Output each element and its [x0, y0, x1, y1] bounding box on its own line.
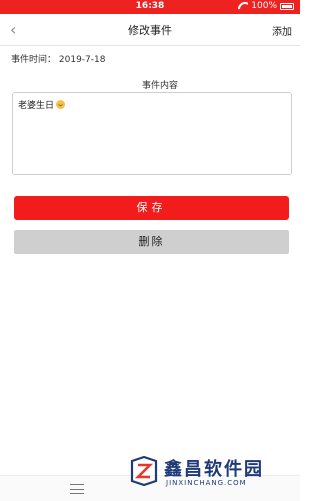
menu-icon[interactable]: [70, 484, 84, 494]
watermark-subtitle: JINXINCHANG.COM: [166, 479, 247, 487]
watermark: 鑫昌软件园 JINXINCHANG.COM: [128, 451, 298, 495]
event-content-textarea[interactable]: 老婆生日: [12, 92, 292, 175]
smiley-emoji-icon: [56, 100, 66, 109]
event-time-row: 事件时间： 2019-7-18: [11, 52, 105, 65]
event-content-label: 事件内容: [141, 81, 178, 91]
page-title: 修改事件: [128, 24, 172, 37]
event-time-label: 事件时间：: [11, 55, 57, 65]
save-button[interactable]: 保存: [14, 196, 289, 220]
nav-bar: ‹ 修改事件 添加: [0, 14, 300, 46]
event-content-text: 老婆生日: [18, 101, 55, 111]
status-right: 100%: [238, 1, 294, 11]
add-button[interactable]: 添加: [272, 23, 292, 38]
status-bar: 16:38 100%: [0, 0, 300, 14]
battery-percent: 100%: [251, 1, 277, 11]
battery-icon: [280, 2, 294, 10]
wifi-icon: [238, 2, 248, 10]
watermark-logo-icon: [130, 455, 158, 487]
event-time-value[interactable]: 2019-7-18: [59, 55, 106, 65]
watermark-title: 鑫昌软件园: [164, 459, 264, 480]
delete-button[interactable]: 删除: [14, 230, 289, 254]
